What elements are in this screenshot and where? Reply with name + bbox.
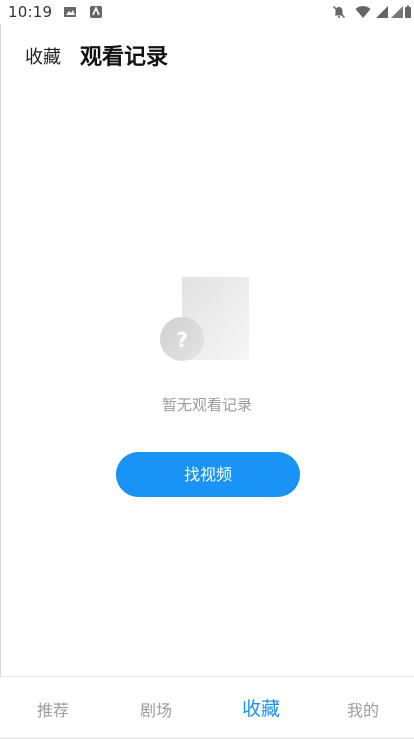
status-bar: 10:19 xyxy=(0,0,414,24)
image-icon xyxy=(64,7,76,17)
tab-watch-history[interactable]: 观看记录 xyxy=(80,39,168,71)
nav-item-favorites[interactable]: 收藏 xyxy=(242,694,280,721)
nav-item-recommend[interactable]: 推荐 xyxy=(37,697,69,721)
status-time: 10:19 xyxy=(8,3,53,21)
wifi-icon xyxy=(355,6,371,18)
signal-icon xyxy=(376,6,388,18)
header: 收藏 观看记录 xyxy=(0,24,414,88)
find-video-button[interactable]: 找视频 xyxy=(116,452,300,497)
question-document-icon: ? xyxy=(160,277,249,361)
nav-item-mine[interactable]: 我的 xyxy=(347,697,379,721)
signal-alt-icon xyxy=(391,6,403,18)
do-not-disturb-icon xyxy=(332,5,346,19)
window-edge xyxy=(0,24,1,676)
svg-text:?: ? xyxy=(176,328,188,352)
tab-favorites[interactable]: 收藏 xyxy=(25,43,61,69)
app-notice-icon xyxy=(90,5,102,18)
bottom-nav: 推荐 剧场 收藏 我的 xyxy=(0,676,414,739)
battery-icon xyxy=(405,5,411,18)
empty-message: 暂无观看记录 xyxy=(161,396,252,414)
nav-item-theater[interactable]: 剧场 xyxy=(140,697,172,721)
